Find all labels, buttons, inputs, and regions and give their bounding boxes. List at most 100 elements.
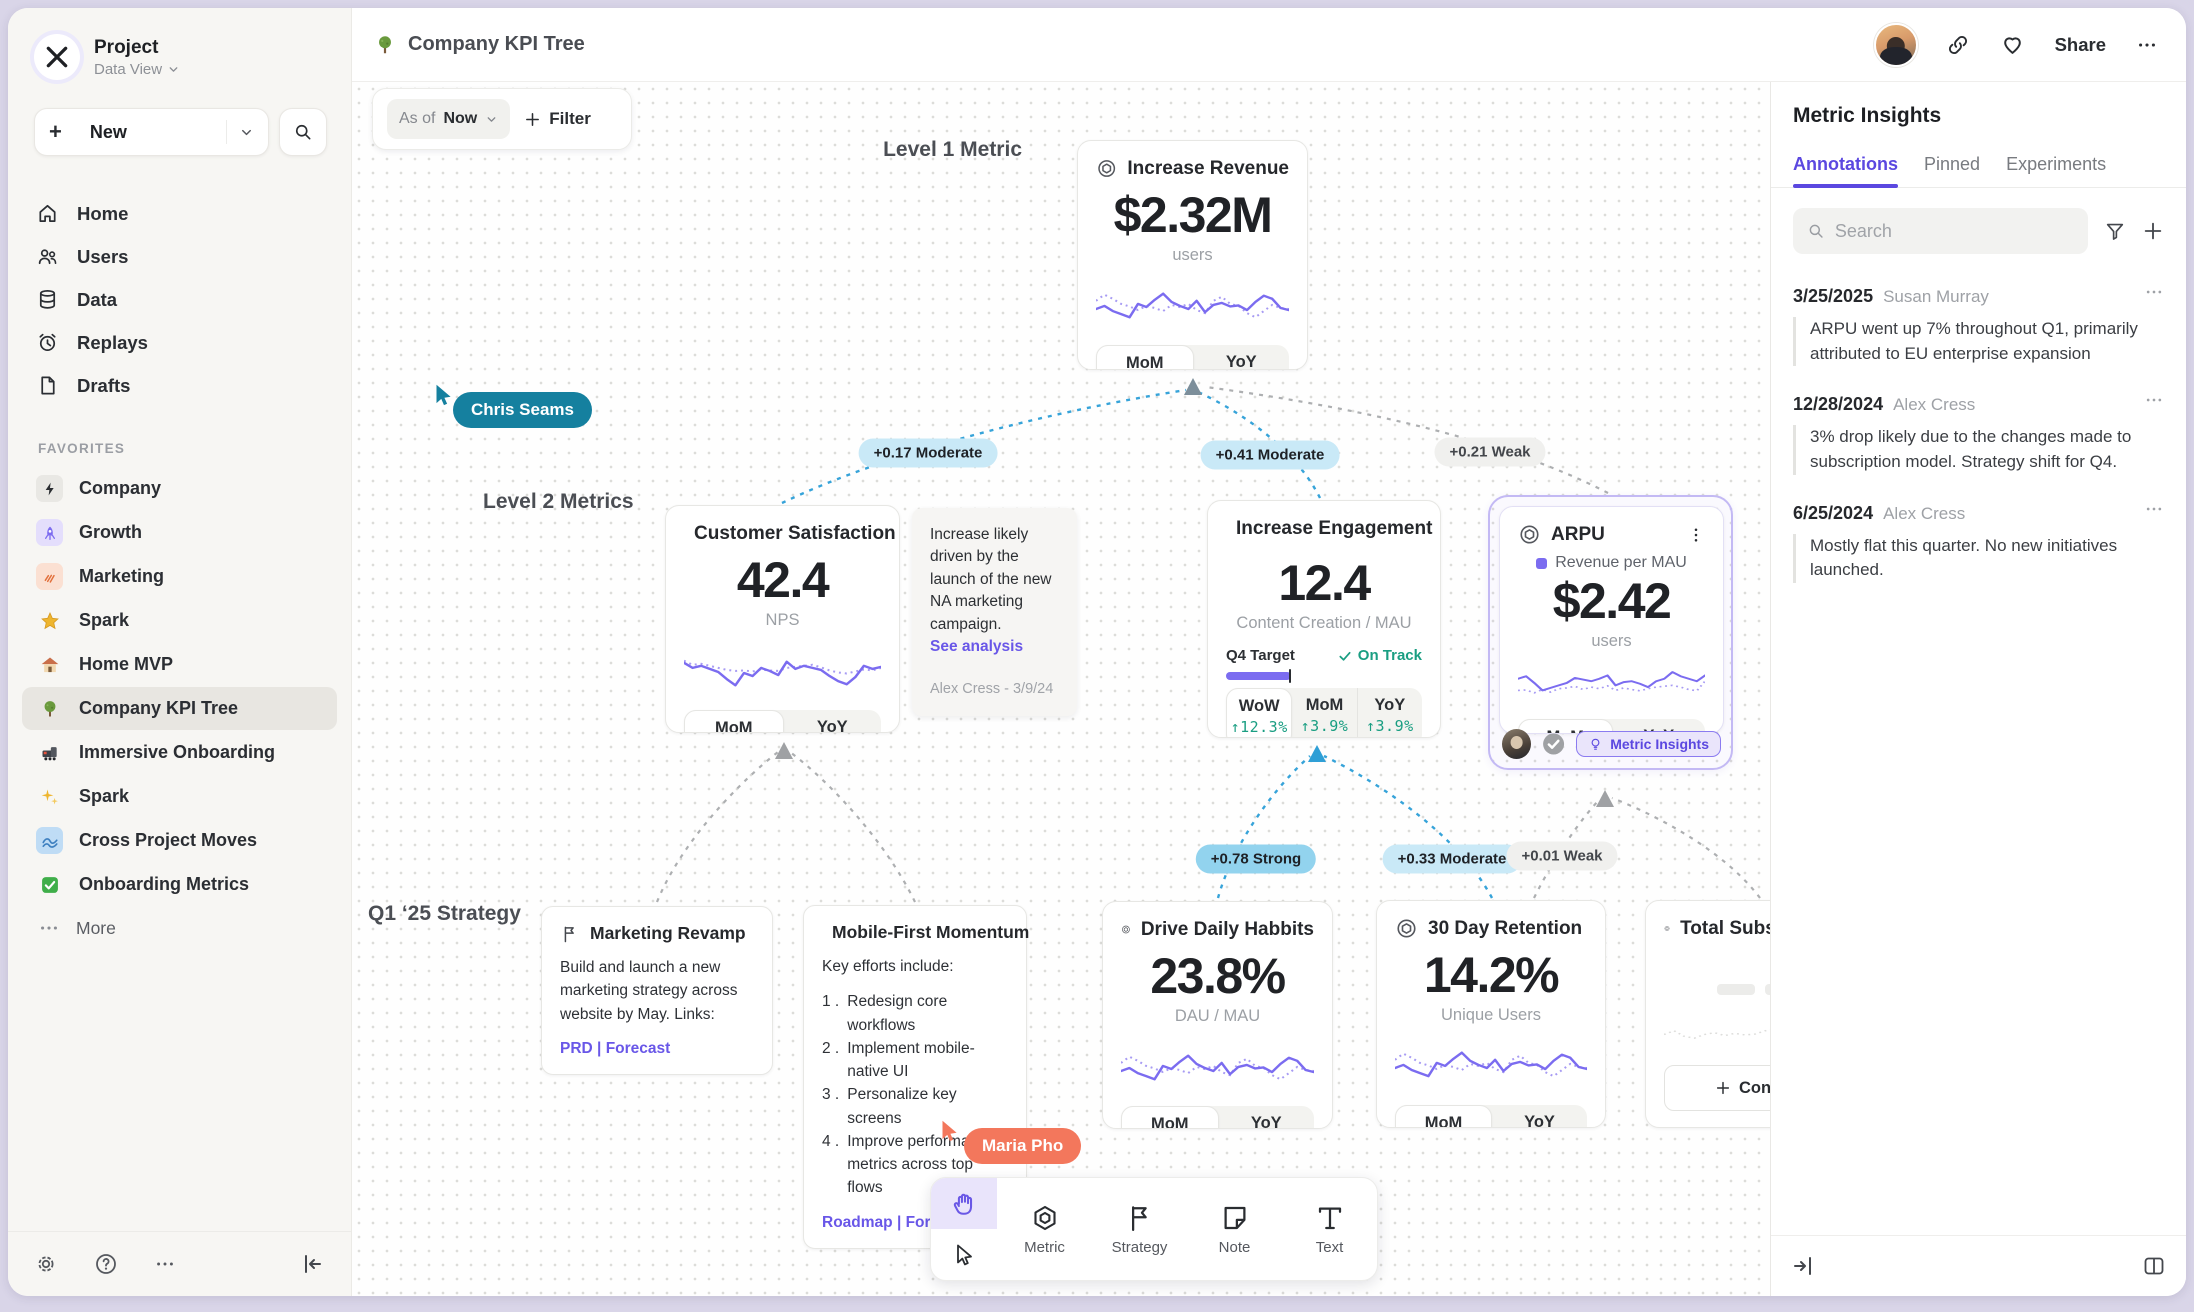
sparkline-chart — [1121, 1032, 1314, 1096]
annotation-item[interactable]: 6/25/2024 Alex Cress Mostly flat this qu… — [1771, 475, 2186, 583]
filter-button[interactable]: Filter — [524, 109, 591, 129]
note-icon — [1220, 1203, 1250, 1233]
annotation-menu-icon[interactable] — [2144, 390, 2164, 410]
collapse-sidebar-button[interactable] — [301, 1252, 325, 1276]
metric-card-drive-daily-habbits[interactable]: Drive Daily Habbits 23.8% DAU / MAU MoM↑… — [1102, 901, 1333, 1129]
metric-card-customer-satisfaction[interactable]: Customer Satisfaction 42.4 NPS MoM↓1.3% … — [665, 505, 900, 733]
strategy-tool-button[interactable]: Strategy — [1092, 1178, 1187, 1280]
strategy-title: Marketing Revamp — [590, 923, 746, 944]
project-view-selector[interactable]: Data View — [94, 61, 180, 78]
hand-tool-button[interactable] — [931, 1178, 997, 1229]
favorite-item-company-kpi-tree[interactable]: Company KPI Tree — [22, 687, 337, 730]
share-button[interactable]: Share — [2055, 34, 2106, 56]
roadmap-link[interactable]: Roadmap — [822, 1214, 893, 1231]
as-of-label: As of — [399, 110, 435, 128]
stat-yoy: YoY↑3.9% — [1219, 1106, 1315, 1129]
metric-card-30-day-retention[interactable]: 30 Day Retention 14.2% Unique Users MoM↑… — [1376, 900, 1606, 1128]
kebab-menu-icon[interactable] — [1687, 526, 1705, 544]
metric-card-arpu[interactable]: ARPU Revenue per MAU $2.42 users MoM↑27.… — [1499, 506, 1724, 734]
as-of-selector[interactable]: As of Now — [387, 99, 510, 139]
metric-goal-icon — [1664, 917, 1670, 940]
new-button[interactable]: + New — [34, 108, 269, 156]
strategy-body: Build and launch a new marketing strateg… — [560, 956, 754, 1026]
connector-pill[interactable]: +0.01 Weak — [1506, 842, 1617, 871]
forecast-link[interactable]: Forecast — [606, 1040, 671, 1057]
metric-value: 14.2% — [1395, 946, 1587, 1004]
tool-label: Note — [1219, 1239, 1251, 1256]
help-button[interactable] — [94, 1252, 118, 1276]
metric-card-title: 30 Day Retention — [1428, 918, 1582, 940]
search-icon — [293, 122, 313, 142]
tab-annotations[interactable]: Annotations — [1793, 154, 1898, 187]
project-name: Project — [94, 37, 180, 59]
tool-label: Text — [1316, 1239, 1344, 1256]
stat-yoy: YoY↑23.9% — [1194, 345, 1290, 370]
collapse-panel-button[interactable] — [1791, 1254, 1815, 1278]
annotation-item[interactable]: 3/25/2025 Susan Murray ARPU went up 7% t… — [1771, 258, 2186, 366]
favorite-item-company[interactable]: Company — [22, 467, 337, 510]
add-annotation-button[interactable] — [2142, 220, 2164, 242]
tab-experiments[interactable]: Experiments — [2006, 154, 2106, 187]
favorite-item-cross-project-moves[interactable]: Cross Project Moves — [22, 819, 337, 862]
assignee-avatar[interactable] — [1502, 729, 1531, 759]
metric-card-increase-revenue[interactable]: Increase Revenue $2.32M users MoM↑4.8% Y… — [1077, 140, 1308, 370]
annotation-text: ARPU went up 7% throughout Q1, primarily… — [1793, 317, 2164, 366]
favorite-item-spark[interactable]: Spark — [22, 599, 337, 642]
header-more-button[interactable] — [2136, 34, 2158, 56]
connector-pill[interactable]: +0.41 Moderate — [1201, 441, 1340, 470]
sidebar-item-replays[interactable]: Replays — [22, 321, 337, 364]
filter-annotations-button[interactable] — [2104, 220, 2126, 242]
select-tool-button[interactable] — [931, 1229, 997, 1280]
favorite-item-growth[interactable]: Growth — [22, 511, 337, 554]
note-tool-button[interactable]: Note — [1187, 1178, 1282, 1280]
sidebar-item-users[interactable]: Users — [22, 235, 337, 278]
sidebar-item-home[interactable]: Home — [22, 192, 337, 235]
favorite-button[interactable] — [2000, 32, 2025, 57]
connector-pill[interactable]: +0.78 Strong — [1196, 845, 1316, 874]
metric-tool-button[interactable]: Metric — [997, 1178, 1092, 1280]
annotation-note-card[interactable]: Increase likely driven by the launch of … — [912, 508, 1077, 716]
sidebar-item-drafts[interactable]: Drafts — [22, 364, 337, 407]
note-author: Alex Cress - 3/9/24 — [930, 679, 1059, 700]
favorite-item-spark-2[interactable]: Spark — [22, 775, 337, 818]
sidebar-more-button[interactable]: More — [8, 907, 351, 949]
settings-button[interactable] — [34, 1252, 58, 1276]
sidebar-item-data[interactable]: Data — [22, 278, 337, 321]
metric-card-increase-engagement[interactable]: Increase Engagement 12.4 Content Creatio… — [1207, 500, 1441, 738]
sidebar-item-label: Replays — [77, 332, 148, 354]
connector-pill[interactable]: +0.21 Weak — [1434, 438, 1545, 467]
prd-link[interactable]: PRD — [560, 1040, 593, 1057]
connector-pill[interactable]: +0.17 Moderate — [859, 439, 998, 468]
text-tool-button[interactable]: Text — [1282, 1178, 1377, 1280]
copy-link-button[interactable] — [1946, 33, 1970, 57]
user-avatar[interactable] — [1874, 23, 1918, 67]
project-switcher[interactable]: Project Data View — [8, 8, 351, 90]
stat-row: MoM↓1.3% YoY↑14.4% — [684, 710, 881, 733]
favorite-item-onboarding-metrics[interactable]: Onboarding Metrics — [22, 863, 337, 906]
annotation-menu-icon[interactable] — [2144, 282, 2164, 302]
strategy-card-marketing-revamp[interactable]: Marketing Revamp Build and launch a new … — [541, 906, 773, 1075]
wave-icon — [36, 827, 63, 854]
favorite-item-marketing[interactable]: Marketing — [22, 555, 337, 598]
metric-card-arpu-selected[interactable]: ARPU Revenue per MAU $2.42 users MoM↑27.… — [1488, 495, 1733, 770]
annotation-menu-icon[interactable] — [2144, 499, 2164, 519]
favorite-item-home-mvp[interactable]: Home MVP — [22, 643, 337, 686]
sparkles-icon — [36, 783, 63, 810]
see-analysis-link[interactable]: See analysis — [930, 638, 1023, 655]
chevron-down-icon — [167, 63, 180, 76]
annotations-search[interactable] — [1793, 208, 2088, 254]
metric-insights-button[interactable]: Metric Insights — [1576, 731, 1721, 757]
chevron-down-icon[interactable] — [239, 125, 254, 140]
connector-pill[interactable]: +0.33 Moderate — [1383, 845, 1522, 874]
tree-icon — [36, 695, 63, 722]
favorite-item-immersive-onboarding[interactable]: Immersive Onboarding — [22, 731, 337, 774]
stat-wow: WoW↑12.3% — [1226, 688, 1292, 738]
search-button[interactable] — [279, 108, 327, 156]
split-view-button[interactable] — [2142, 1254, 2166, 1278]
sidebar-more-actions-button[interactable] — [154, 1253, 176, 1275]
tab-pinned[interactable]: Pinned — [1924, 154, 1980, 187]
favorite-item-label: Spark — [79, 610, 129, 631]
annotation-item[interactable]: 12/28/2024 Alex Cress 3% drop likely due… — [1771, 366, 2186, 474]
search-icon — [1807, 221, 1825, 241]
search-input[interactable] — [1835, 221, 2074, 242]
